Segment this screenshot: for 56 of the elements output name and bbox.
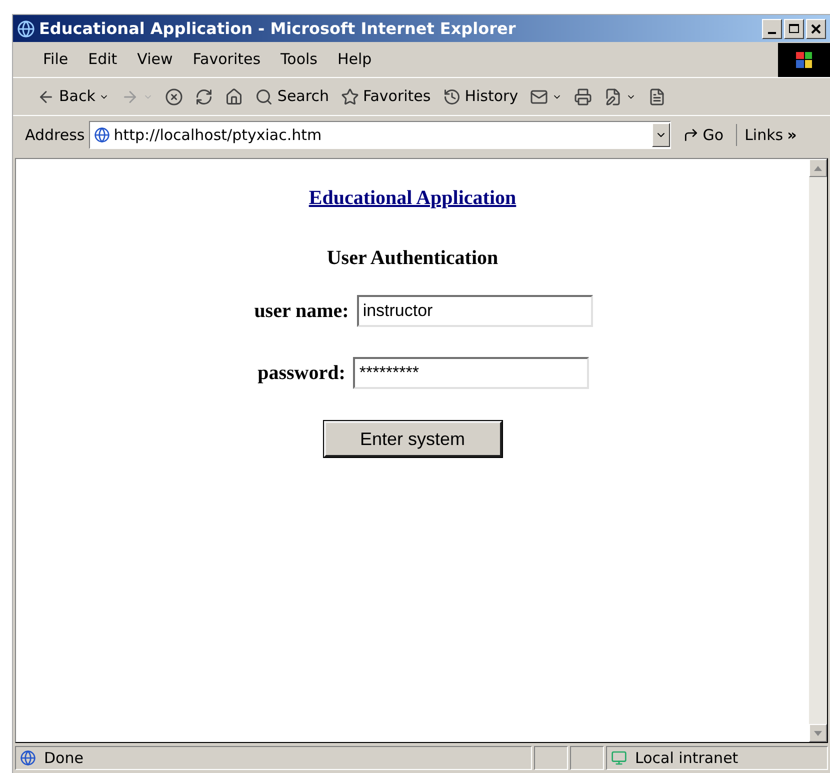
address-field[interactable]: http://localhost/ptyxiac.htm bbox=[114, 124, 652, 146]
text-field[interactable]: instructor bbox=[356, 295, 593, 327]
back-button[interactable]: Back bbox=[33, 82, 114, 112]
page-icon bbox=[20, 750, 36, 766]
menu-item[interactable]: File bbox=[33, 48, 78, 71]
scroll-up-button[interactable] bbox=[809, 159, 827, 177]
stop-icon bbox=[165, 88, 184, 106]
title-link[interactable]: Educational Application bbox=[308, 183, 516, 213]
maximize-icon bbox=[789, 24, 799, 33]
menu-item[interactable]: Tools bbox=[270, 48, 328, 71]
home-icon bbox=[225, 88, 244, 106]
zone-text: Local intranet bbox=[635, 748, 738, 769]
links-label[interactable]: Links bbox=[736, 124, 784, 146]
page-icon bbox=[94, 127, 110, 143]
search-icon bbox=[255, 88, 274, 106]
menu-item[interactable]: Favorites bbox=[182, 48, 271, 71]
minimize-icon bbox=[768, 32, 776, 34]
refresh-icon bbox=[195, 88, 214, 106]
edit-icon bbox=[604, 88, 622, 106]
text-field[interactable]: ********* bbox=[353, 357, 590, 389]
up-arrow-icon bbox=[814, 166, 822, 170]
close-button[interactable] bbox=[806, 18, 826, 38]
window-title: Educational Application - Microsoft Internet Explorer bbox=[39, 18, 516, 40]
star-icon bbox=[340, 88, 359, 106]
search-button[interactable]: Search bbox=[251, 82, 333, 112]
printer-icon bbox=[574, 88, 592, 106]
scrollbar[interactable] bbox=[809, 159, 827, 742]
menu-item[interactable]: View bbox=[127, 48, 183, 71]
menu-item[interactable]: Help bbox=[328, 48, 382, 71]
windows-flag-icon bbox=[796, 52, 812, 68]
status-text: Done bbox=[44, 748, 84, 769]
field-label: password: bbox=[258, 361, 346, 386]
mail-icon bbox=[530, 88, 548, 106]
network-icon bbox=[611, 750, 627, 766]
down-arrow-icon bbox=[814, 730, 822, 736]
status-panel bbox=[570, 746, 604, 770]
document-icon bbox=[648, 88, 666, 106]
browser-logo-icon bbox=[17, 20, 35, 38]
maximize-button[interactable] bbox=[784, 18, 804, 38]
scroll-down-button[interactable] bbox=[809, 724, 827, 742]
status-panel bbox=[534, 746, 568, 770]
field-label: user name: bbox=[254, 299, 349, 324]
enter-system-button[interactable]: Enter system bbox=[324, 421, 502, 457]
clock-icon bbox=[442, 88, 461, 106]
go-arrow-icon bbox=[682, 127, 699, 143]
go-button[interactable]: Go bbox=[674, 124, 732, 146]
favorites-button[interactable]: Favorites bbox=[336, 82, 435, 112]
address-label: Address bbox=[25, 124, 85, 146]
close-icon bbox=[811, 24, 821, 34]
dropdown-button[interactable] bbox=[652, 123, 670, 147]
minimize-button[interactable] bbox=[762, 18, 782, 38]
more-chevron[interactable]: » bbox=[787, 124, 797, 146]
history-button[interactable]: History bbox=[438, 82, 522, 112]
address-box[interactable]: http://localhost/ptyxiac.htm bbox=[88, 121, 671, 149]
page-heading: User Authentication bbox=[326, 246, 498, 271]
menu-item[interactable]: Edit bbox=[78, 48, 128, 71]
